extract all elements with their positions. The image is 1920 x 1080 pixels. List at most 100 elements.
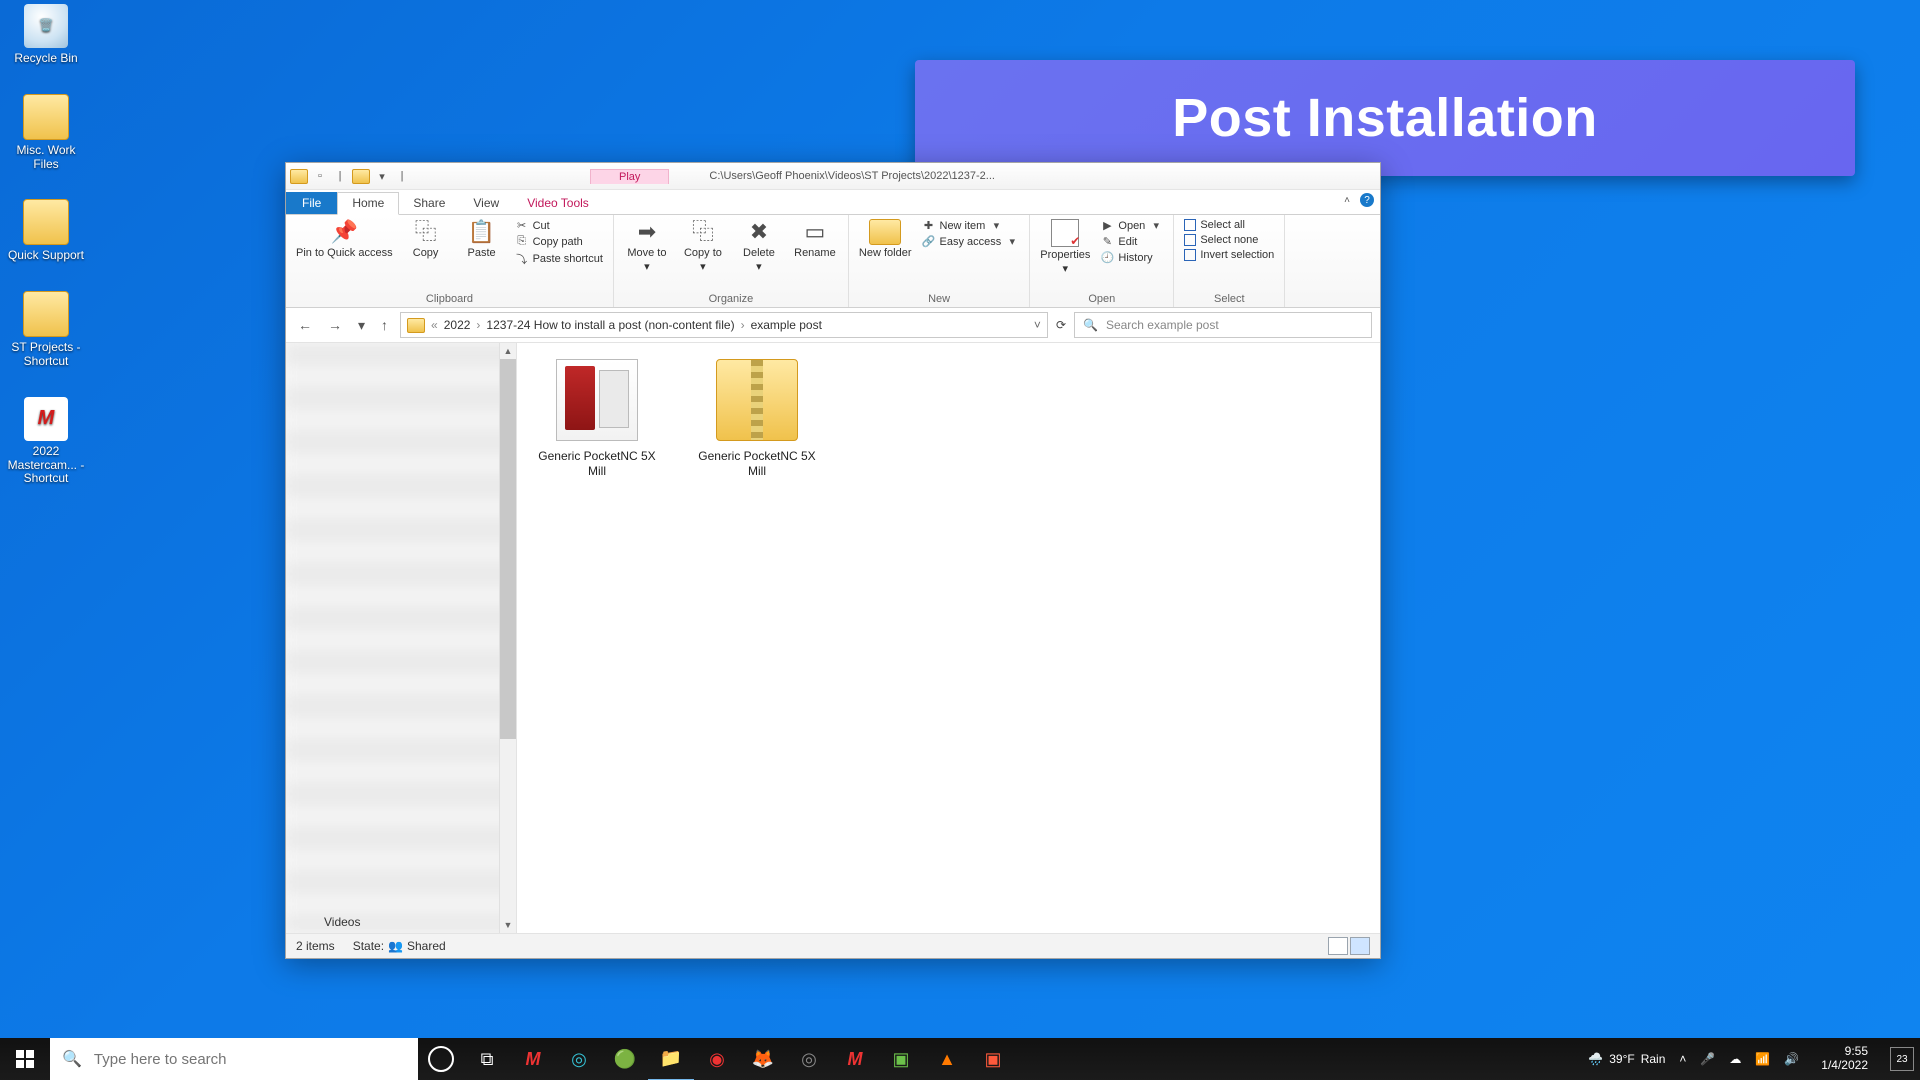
taskbar-app-mastercam-2[interactable]: M xyxy=(832,1038,878,1080)
desktop-icons-column: 🗑️ Recycle Bin Misc. Work Files Quick Su… xyxy=(6,4,86,486)
taskbar-app-camtasia[interactable]: ▣ xyxy=(878,1038,924,1080)
desktop-icon-recycle-bin[interactable]: 🗑️ Recycle Bin xyxy=(6,4,86,66)
new-folder-button[interactable]: New folder xyxy=(859,219,912,259)
move-to-button[interactable]: ➡Move to▾ xyxy=(624,219,670,273)
navpane-item-videos[interactable]: Videos xyxy=(324,915,360,929)
address-bar[interactable]: « 2022 › 1237-24 How to install a post (… xyxy=(400,312,1048,338)
weather-icon: 🌧️ xyxy=(1588,1052,1603,1066)
taskbar-app-vlc[interactable]: ▲ xyxy=(924,1038,970,1080)
select-all-icon xyxy=(1184,219,1196,231)
clock[interactable]: 9:55 1/4/2022 xyxy=(1821,1045,1868,1073)
tab-home[interactable]: Home xyxy=(337,192,399,215)
file-list[interactable]: Generic PocketNC 5X Mill Generic PocketN… xyxy=(517,343,1380,933)
tray-volume-icon[interactable]: 🔊 xyxy=(1784,1052,1799,1066)
tray-network-icon[interactable]: 📶 xyxy=(1755,1052,1770,1066)
invert-selection-button[interactable]: Invert selection xyxy=(1184,249,1274,261)
taskbar-app-recorder[interactable]: ▣ xyxy=(970,1038,1016,1080)
folder-icon xyxy=(407,318,425,333)
taskbar-app-explorer[interactable]: 📁 xyxy=(648,1037,694,1080)
dropdown-caret-icon: ▾ xyxy=(1149,219,1163,232)
button-label: Rename xyxy=(794,247,836,259)
desktop-icon-misc-work[interactable]: Misc. Work Files xyxy=(6,94,86,172)
scroll-up-icon[interactable]: ▲ xyxy=(500,343,516,359)
notifications-button[interactable]: 23 xyxy=(1890,1047,1914,1071)
tray-overflow-icon[interactable]: ˄ xyxy=(1679,1052,1686,1066)
desktop-icon-quick-support[interactable]: Quick Support xyxy=(6,199,86,263)
qat-save-icon[interactable]: ▫ xyxy=(312,168,328,184)
select-all-button[interactable]: Select all xyxy=(1184,219,1274,231)
tab-view[interactable]: View xyxy=(459,193,513,214)
mastercam-icon: M xyxy=(24,397,68,441)
navpane-scrollbar[interactable]: ▲ ▼ xyxy=(499,343,516,933)
task-view-button[interactable] xyxy=(418,1038,464,1080)
scroll-down-icon[interactable]: ▼ xyxy=(500,917,516,933)
navigation-pane[interactable]: ▲ ▼ Videos xyxy=(286,343,517,933)
pin-to-quick-access-button[interactable]: 📌 Pin to Quick access xyxy=(296,219,393,259)
weather-widget[interactable]: 🌧️ 39°F Rain xyxy=(1588,1052,1665,1066)
properties-button[interactable]: Properties▾ xyxy=(1040,219,1090,275)
qat-divider: | xyxy=(332,168,348,184)
collapse-ribbon-icon[interactable]: ˄ xyxy=(1344,195,1350,206)
paste-shortcut-button[interactable]: ⤵Paste shortcut xyxy=(515,251,603,267)
folder-icon xyxy=(23,199,69,245)
taskbar-search-input[interactable] xyxy=(92,1050,406,1069)
new-item-button[interactable]: ✚New item▾ xyxy=(922,219,1020,232)
paste-button[interactable]: 📋 Paste xyxy=(459,219,505,259)
state-value: Shared xyxy=(407,939,446,953)
breadcrumb-segment[interactable]: example post xyxy=(751,318,822,332)
open-button[interactable]: ▶Open▾ xyxy=(1100,219,1163,232)
nav-recent-dropdown[interactable]: ▾ xyxy=(354,315,369,336)
desktop-icon-st-projects[interactable]: ST Projects - Shortcut xyxy=(6,291,86,369)
details-view-button[interactable] xyxy=(1328,937,1348,955)
breadcrumb-segment[interactable]: 2022 xyxy=(444,318,471,332)
start-button[interactable] xyxy=(0,1038,50,1080)
tab-share[interactable]: Share xyxy=(399,193,459,214)
file-item[interactable]: Generic PocketNC 5X Mill xyxy=(537,359,657,479)
tray-mic-icon[interactable]: 🎤 xyxy=(1700,1052,1715,1066)
nav-up-button[interactable]: ↑ xyxy=(377,315,392,335)
taskbar-app-edge[interactable]: ◎ xyxy=(556,1038,602,1080)
icons-view-button[interactable] xyxy=(1350,937,1370,955)
desktop-icon-mastercam[interactable]: M 2022 Mastercam... - Shortcut xyxy=(6,397,86,486)
breadcrumb-chevron-icon: › xyxy=(476,318,480,332)
search-box[interactable]: 🔍 xyxy=(1074,312,1372,338)
tab-video-tools[interactable]: Video Tools xyxy=(513,193,603,214)
copy-button[interactable]: ⿻ Copy xyxy=(403,219,449,259)
search-input[interactable] xyxy=(1104,317,1363,333)
copy-path-button[interactable]: ⎘Copy path xyxy=(515,235,603,248)
cut-button[interactable]: ✂Cut xyxy=(515,219,603,232)
task-view-button[interactable]: ⧉ xyxy=(464,1038,510,1080)
taskbar-app-firefox[interactable]: 🦊 xyxy=(740,1038,786,1080)
qat-dropdown-icon[interactable]: ▾ xyxy=(374,168,390,184)
taskbar-app-mastercam[interactable]: M xyxy=(510,1038,556,1080)
refresh-button[interactable]: ⟳ xyxy=(1056,318,1066,332)
tab-label: Home xyxy=(352,196,384,210)
nav-forward-button[interactable]: → xyxy=(324,315,346,335)
item-count: 2 items xyxy=(296,939,335,953)
easy-access-button[interactable]: 🔗Easy access▾ xyxy=(922,235,1020,248)
taskbar-search[interactable]: 🔍 xyxy=(50,1038,418,1080)
select-none-button[interactable]: Select none xyxy=(1184,234,1274,246)
state-label: State: xyxy=(353,939,384,953)
copy-to-button[interactable]: ⿻Copy to▾ xyxy=(680,219,726,273)
tab-file[interactable]: File xyxy=(286,192,337,214)
context-tab-play[interactable]: Play xyxy=(590,169,669,184)
window-title-path: C:\Users\Geoff Phoenix\Videos\ST Project… xyxy=(709,170,1009,182)
nav-back-button[interactable]: ← xyxy=(294,315,316,335)
history-button[interactable]: 🕘History xyxy=(1100,251,1163,264)
breadcrumb-segment[interactable]: 1237-24 How to install a post (non-conte… xyxy=(486,318,734,332)
taskbar-app-chrome[interactable]: 🟢 xyxy=(602,1038,648,1080)
titlebar[interactable]: ▫ | ▾ | Play C:\Users\Geoff Phoenix\Vide… xyxy=(286,163,1380,190)
delete-button[interactable]: ✖Delete▾ xyxy=(736,219,782,273)
scroll-thumb[interactable] xyxy=(500,359,516,739)
taskbar-app-generic[interactable]: ◉ xyxy=(694,1038,740,1080)
taskbar: 🔍 ⧉ M ◎ 🟢 📁 ◉ 🦊 ◎ M ▣ ▲ ▣ 🌧️ 39°F Rain ˄… xyxy=(0,1038,1920,1080)
address-dropdown-icon[interactable]: ˅ xyxy=(1034,318,1041,332)
file-item[interactable]: Generic PocketNC 5X Mill xyxy=(697,359,817,479)
rename-button[interactable]: ▭Rename xyxy=(792,219,838,259)
edit-button[interactable]: ✎Edit xyxy=(1100,235,1163,248)
help-icon[interactable]: ? xyxy=(1360,193,1374,207)
tray-onedrive-icon[interactable]: ☁ xyxy=(1729,1052,1741,1066)
taskbar-app-obs[interactable]: ◎ xyxy=(786,1038,832,1080)
button-label: Copy to xyxy=(684,247,722,259)
